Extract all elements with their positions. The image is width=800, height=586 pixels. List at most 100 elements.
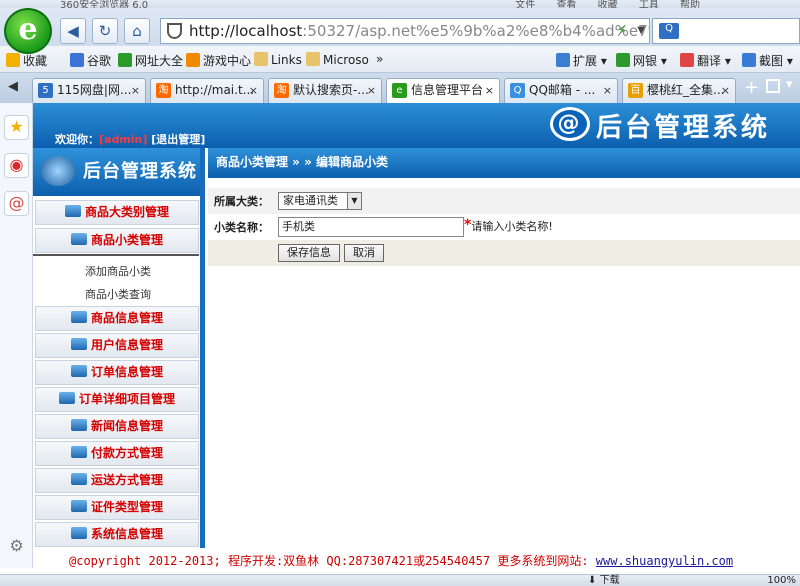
menu-subcategory-management[interactable]: 商品小类管理 <box>35 228 199 253</box>
menu-news-management[interactable]: 新闻信息管理 <box>35 414 199 439</box>
close-icon[interactable]: × <box>721 79 730 102</box>
welcome-text: 欢迎你：[admin] [退出管理] <box>55 133 206 146</box>
close-icon[interactable]: × <box>603 79 612 102</box>
website-link[interactable]: www.shuangyulin.com <box>596 554 733 568</box>
tab-cherry-red[interactable]: 百樱桃红_全集... × <box>622 78 736 103</box>
copyright-text: @copyright 2012-2013; 程序开发:双鱼林 QQ:287307… <box>69 554 589 568</box>
settings-gear-icon[interactable]: ⚙ <box>4 535 29 560</box>
address-bar[interactable]: http://localhost:50327/asp.net%e5%9b%a2%… <box>160 18 650 44</box>
edit-form: 所属大类： 家电通讯类 ▼ 小类名称： 手机类 *请输入小类名称! 保存信息 取消 <box>208 188 800 266</box>
new-tab-button[interactable]: + <box>744 77 759 98</box>
menu-item-icon <box>70 338 87 350</box>
menu-item-icon <box>58 392 75 404</box>
zoom-level[interactable]: 100% <box>767 575 796 586</box>
folder-icon <box>254 52 268 66</box>
game-icon <box>186 53 200 67</box>
menu-id-type-management[interactable]: 证件类型管理 <box>35 495 199 520</box>
translate-button[interactable]: 翻译 ▾ <box>680 52 731 69</box>
star-icon <box>6 53 20 67</box>
browser-sidebar: ★ ◉ @ ⚙ <box>0 103 33 568</box>
url-path: :50327/asp.net%e5%9b%a2%e8%b4%ad%e7%bb <box>302 22 650 40</box>
site-directory-icon <box>118 53 132 67</box>
bookmark-game-center[interactable]: 游戏中心 <box>186 52 251 69</box>
subcategory-name-input[interactable]: 手机类 <box>278 217 464 237</box>
screenshot-button[interactable]: 截图 ▾ <box>742 52 793 69</box>
menu-order-detail-management[interactable]: 订单详细项目管理 <box>35 387 199 412</box>
extensions-button[interactable]: 扩展 ▾ <box>556 52 607 69</box>
url-dropdown-icon[interactable]: ▼ <box>637 19 645 43</box>
system-logo-icon <box>41 156 75 186</box>
mail-icon[interactable]: @ <box>4 191 29 216</box>
tab-115-pan[interactable]: 5 115网盘|网... × <box>32 78 146 103</box>
close-icon[interactable]: × <box>367 79 376 102</box>
search-icon[interactable]: Q <box>659 23 679 39</box>
cancel-button[interactable]: 取消 <box>344 244 384 262</box>
menu-item-icon <box>70 446 87 458</box>
tab-default-search[interactable]: 淘默认搜索页-... × <box>268 78 382 103</box>
menu-user-management[interactable]: 用户信息管理 <box>35 333 199 358</box>
refresh-icon: ↻ <box>98 22 112 40</box>
navigation-bar: e ◀ ↻ ⌂ http://localhost:50327/asp.net%e… <box>0 8 800 54</box>
bookmark-site-directory[interactable]: 网址大全 <box>118 52 183 69</box>
search-input[interactable]: Q <box>652 18 800 44</box>
system-title: @ 后台管理系统 <box>550 107 790 145</box>
bookmarks-more[interactable]: » <box>376 52 383 66</box>
bookmark-favorites[interactable]: 收藏 <box>6 52 47 69</box>
tab-favicon-icon: 淘 <box>156 83 171 98</box>
bookmark-microsoft[interactable]: Microso <box>306 52 369 67</box>
current-user: [admin] <box>99 133 148 146</box>
submenu-query-subcategory[interactable]: 商品小类查询 <box>33 283 199 306</box>
home-button[interactable]: ⌂ <box>124 18 150 44</box>
tab-bar: ◀ 5 115网盘|网... × 淘 http://mai.t... × 淘默认搜索页-… <box>0 73 800 104</box>
menu-shipping-management[interactable]: 运送方式管理 <box>35 468 199 493</box>
tab-qq-mail[interactable]: Q QQ邮箱 - ... × <box>504 78 618 103</box>
tab-favicon-icon: 淘 <box>274 83 289 98</box>
weibo-icon[interactable]: ◉ <box>4 153 29 178</box>
close-icon[interactable]: × <box>249 79 258 102</box>
save-button[interactable]: 保存信息 <box>278 244 340 262</box>
submenu: 添加商品小类 商品小类查询 <box>33 254 199 308</box>
tab-list-icon[interactable]: ▾ <box>786 77 793 92</box>
scissors-icon <box>742 53 756 67</box>
home-icon: ⌂ <box>132 22 142 40</box>
category-label: 所属大类： <box>214 195 269 208</box>
name-label: 小类名称： <box>214 221 269 234</box>
browser-titlebar: 360安全浏览器 6.0 文件 查看 收藏 工具 帮助 <box>0 0 800 11</box>
menu-item-icon <box>64 205 81 217</box>
sidebar-toggle-icon[interactable]: ◀ <box>8 79 18 94</box>
back-button[interactable]: ◀ <box>60 18 86 44</box>
online-banking-button[interactable]: 网银 ▾ <box>616 52 667 69</box>
tab-favicon-icon: e <box>392 83 407 98</box>
category-select[interactable]: 家电通讯类 ▼ <box>278 192 362 210</box>
menu-category-management[interactable]: 商品大类别管理 <box>35 200 199 225</box>
download-button[interactable]: ⬇ 下载 <box>588 575 620 586</box>
menu-product-management[interactable]: 商品信息管理 <box>35 306 199 331</box>
menu-system-management[interactable]: 系统信息管理 <box>35 522 199 547</box>
extension-icon <box>556 53 570 67</box>
menu-header: 后台管理系统 <box>33 148 200 196</box>
menu-order-management[interactable]: 订单信息管理 <box>35 360 199 385</box>
star-icon[interactable]: ★ <box>4 115 29 140</box>
menu-payment-management[interactable]: 付款方式管理 <box>35 441 199 466</box>
tab-mai-taobao[interactable]: 淘 http://mai.t... × <box>150 78 264 103</box>
menu-item-icon <box>70 500 87 512</box>
close-icon[interactable]: × <box>131 79 140 102</box>
lightning-icon[interactable]: ⚡ <box>617 19 627 43</box>
shield-icon <box>167 23 182 39</box>
download-icon: ⬇ <box>588 575 597 586</box>
tab-favicon-icon: 5 <box>38 83 53 98</box>
menu-item-icon <box>70 233 87 245</box>
menu-item-icon <box>70 365 87 377</box>
bank-icon <box>616 53 630 67</box>
tab-info-management[interactable]: e 信息管理平台 × <box>386 78 500 104</box>
bookmark-links[interactable]: Links <box>254 52 302 67</box>
url-host: http://localhost <box>189 22 303 40</box>
restore-tabs-icon[interactable] <box>766 79 780 93</box>
logout-link[interactable]: [退出管理] <box>151 133 205 146</box>
close-icon[interactable]: × <box>485 79 494 102</box>
folder-icon <box>306 52 320 66</box>
admin-menu: 后台管理系统 商品大类别管理 商品小类管理 添加商品小类 商品小类查询 商品信息… <box>33 148 205 548</box>
refresh-button[interactable]: ↻ <box>92 18 118 44</box>
bookmark-google[interactable]: 谷歌 <box>70 52 111 69</box>
submenu-add-subcategory[interactable]: 添加商品小类 <box>33 260 199 283</box>
